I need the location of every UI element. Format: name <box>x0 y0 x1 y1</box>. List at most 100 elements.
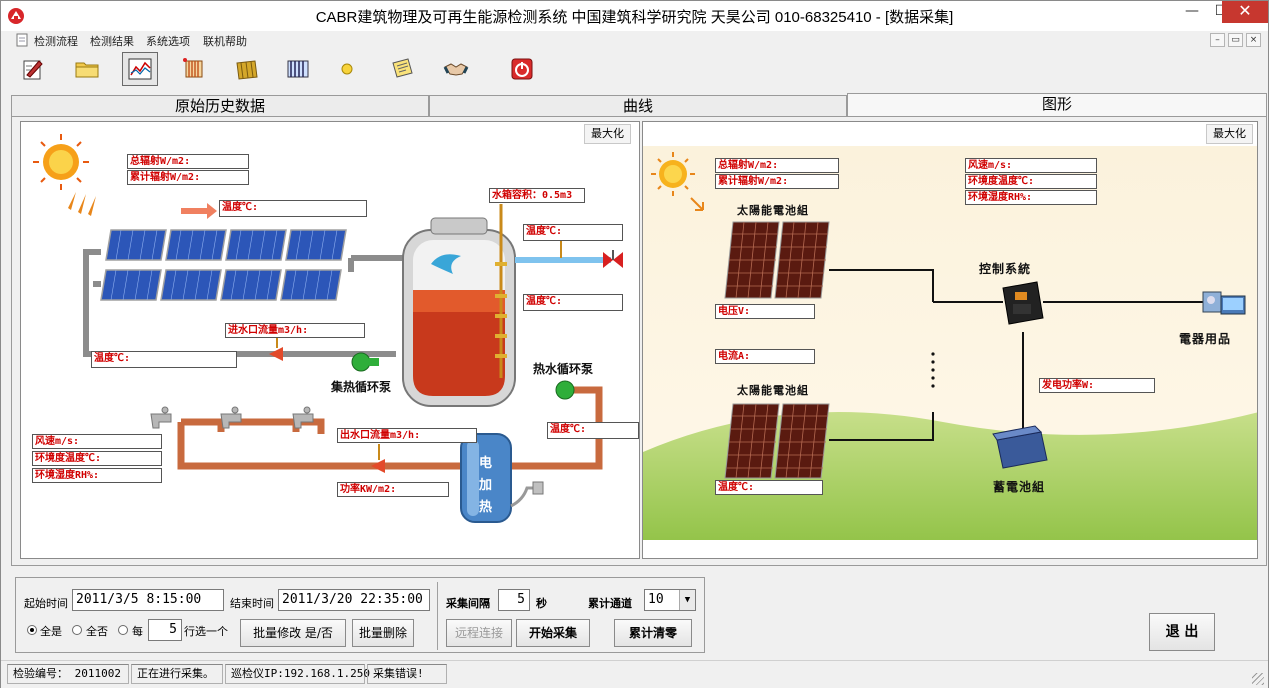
hot-water-pump-caption: 热水循环泵 <box>533 362 594 376</box>
status-ip: 巡检仪IP:192.168.1.250 <box>225 664 370 684</box>
pv-voltage-label: 电压V: <box>715 304 815 319</box>
mdi-restore-button[interactable]: ▭ <box>1228 33 1243 47</box>
water-tank <box>402 204 516 407</box>
solar-thermal-panel: 最大化 总辐射W/m2: 累计辐射W/m2: 温度℃: 水箱容积：0.5m3 温… <box>20 121 640 559</box>
menu-options[interactable]: 系统选项 <box>146 33 190 49</box>
interval-unit: 秒 <box>536 597 547 610</box>
sensor-button[interactable] <box>329 52 365 86</box>
radiator-button[interactable] <box>176 52 212 86</box>
open-folder-button[interactable] <box>69 52 105 86</box>
collector-pump-caption: 集热循环泵 <box>331 380 392 394</box>
arrow-right-icon <box>181 203 217 219</box>
appliance-caption: 電器用品 <box>1179 332 1232 346</box>
connect-button[interactable] <box>438 52 474 86</box>
folder-icon <box>75 62 99 78</box>
controller-icon <box>1002 281 1044 325</box>
chevron-down-icon: ▼ <box>679 590 695 610</box>
ambient-temp-label: 环境度温度℃: <box>32 451 162 466</box>
channel-select-value: 10 <box>648 592 664 607</box>
radio-every-label: 每 <box>132 625 143 638</box>
batch-edit-button[interactable]: 批量修改 是/否 <box>240 619 346 647</box>
solar-panel-icon <box>236 60 258 80</box>
every-n-suffix: 行选一个 <box>184 625 228 638</box>
collector-temp-label: 温度℃: <box>219 200 367 217</box>
interval-input[interactable]: 5 <box>498 589 530 611</box>
photovoltaic-panel: 最大化 总辐射W/m2: 累计辐射W/m2: 风速m/s: 环境度温度℃: 环境… <box>642 121 1258 559</box>
power-button[interactable] <box>504 52 540 86</box>
menu-process[interactable]: 检测流程 <box>34 33 78 49</box>
resize-grip-icon[interactable] <box>1252 673 1264 685</box>
sun-icon <box>33 134 89 190</box>
title-bar: CABR建筑物理及可再生能源检测系统 中国建筑科学研究院 天昊公司 010-68… <box>1 1 1268 31</box>
tab-curve[interactable]: 曲线 <box>429 95 847 117</box>
remote-connect-button[interactable]: 远程连接 <box>446 619 512 647</box>
tab-raw-history[interactable]: 原始历史数据 <box>11 95 429 117</box>
status-bar: 检验编号： 2011002 正在进行采集。 巡检仪IP:192.168.1.25… <box>1 660 1268 688</box>
left-maximize-button[interactable]: 最大化 <box>584 124 631 144</box>
collector-icon <box>287 60 309 78</box>
close-button[interactable]: ✕ <box>1222 1 1268 23</box>
menu-bar: 检测流程 检测结果 系统选项 联机帮助 – ▭ × <box>1 31 1268 49</box>
radio-all-yes-label: 全是 <box>40 625 62 638</box>
mdi-close-button[interactable]: × <box>1246 33 1261 47</box>
inlet-valve-icon <box>269 347 283 361</box>
outlet-valve-icon <box>371 459 385 473</box>
outlet-flow-label: 出水口流量m3/h: <box>337 428 477 443</box>
divider <box>437 582 438 650</box>
tank-temp-label: 温度℃: <box>523 294 623 311</box>
start-time-input[interactable]: 2011/3/5 8:15:00 <box>72 589 224 611</box>
menu-help[interactable]: 联机帮助 <box>203 33 247 49</box>
outlet-temp-label: 温度℃: <box>523 224 623 241</box>
end-time-input[interactable]: 2011/3/20 22:35:00 <box>278 589 430 611</box>
start-time-label: 起始时间 <box>24 597 68 610</box>
solar-collector-array <box>100 229 347 301</box>
radio-all-yes[interactable] <box>27 625 37 635</box>
exit-button[interactable]: 退 出 <box>1149 613 1215 651</box>
end-time-label: 结束时间 <box>230 597 274 610</box>
pv-total-radiation-label: 总辐射W/m2: <box>715 158 839 173</box>
collector-button[interactable] <box>280 52 316 86</box>
total-radiation-label: 总辐射W/m2: <box>127 154 249 169</box>
minimize-button[interactable]: — <box>1177 1 1207 23</box>
sun-rays-icon <box>68 192 96 216</box>
solar-panel-button[interactable] <box>229 52 265 86</box>
app-window: CABR建筑物理及可再生能源检测系统 中国建筑科学研究院 天昊公司 010-68… <box>0 0 1269 688</box>
every-n-input[interactable]: 5 <box>148 619 182 641</box>
chart-button[interactable] <box>122 52 158 86</box>
window-title: CABR建筑物理及可再生能源检测系统 中国建筑科学研究院 天昊公司 010-68… <box>315 9 954 26</box>
notepad-button[interactable] <box>384 52 420 86</box>
notepad-icon <box>392 58 413 78</box>
channel-label: 累计通道 <box>588 597 632 610</box>
interval-label: 采集间隔 <box>446 597 490 610</box>
hot-water-temp-label: 温度℃: <box>547 422 639 439</box>
radio-all-no[interactable] <box>72 625 82 635</box>
status-error: 采集错误! <box>367 664 447 684</box>
heater-power-label: 功率KW/m2: <box>337 482 449 497</box>
chart-icon <box>128 58 152 80</box>
pv-generation-power-label: 发电功率W: <box>1039 378 1155 393</box>
mdi-minimize-button[interactable]: – <box>1210 33 1225 47</box>
graphic-tab-panel: 最大化 总辐射W/m2: 累计辐射W/m2: 温度℃: 水箱容积：0.5m3 温… <box>11 116 1267 566</box>
controller-caption: 控制系統 <box>979 262 1032 276</box>
edit-report-button[interactable] <box>15 52 51 86</box>
inlet-flow-label: 进水口流量m3/h: <box>225 323 365 338</box>
tab-strip: 原始历史数据 曲线 图形 <box>11 93 1267 117</box>
pv-current-label: 电流A: <box>715 349 815 364</box>
toolbar <box>1 51 1268 89</box>
right-maximize-button[interactable]: 最大化 <box>1206 124 1253 144</box>
batch-delete-button[interactable]: 批量删除 <box>352 619 414 647</box>
tab-graphic[interactable]: 图形 <box>847 93 1267 117</box>
channel-select[interactable]: 10 ▼ <box>644 589 696 611</box>
reset-total-button[interactable]: 累计清零 <box>614 619 692 647</box>
radiator-icon <box>183 58 203 78</box>
heater-caption-1: 电 <box>479 456 493 471</box>
tank-volume-label: 水箱容积：0.5m3 <box>489 188 585 203</box>
sun-dot-icon <box>341 63 353 75</box>
hot-water-pump-icon <box>555 380 575 400</box>
heater-caption-3: 热 <box>479 500 493 515</box>
radio-every[interactable] <box>118 625 128 635</box>
start-collect-button[interactable]: 开始采集 <box>516 619 590 647</box>
status-state: 正在进行采集。 <box>131 664 223 684</box>
menu-results[interactable]: 检测结果 <box>90 33 134 49</box>
return-temp-label: 温度℃: <box>91 351 237 368</box>
